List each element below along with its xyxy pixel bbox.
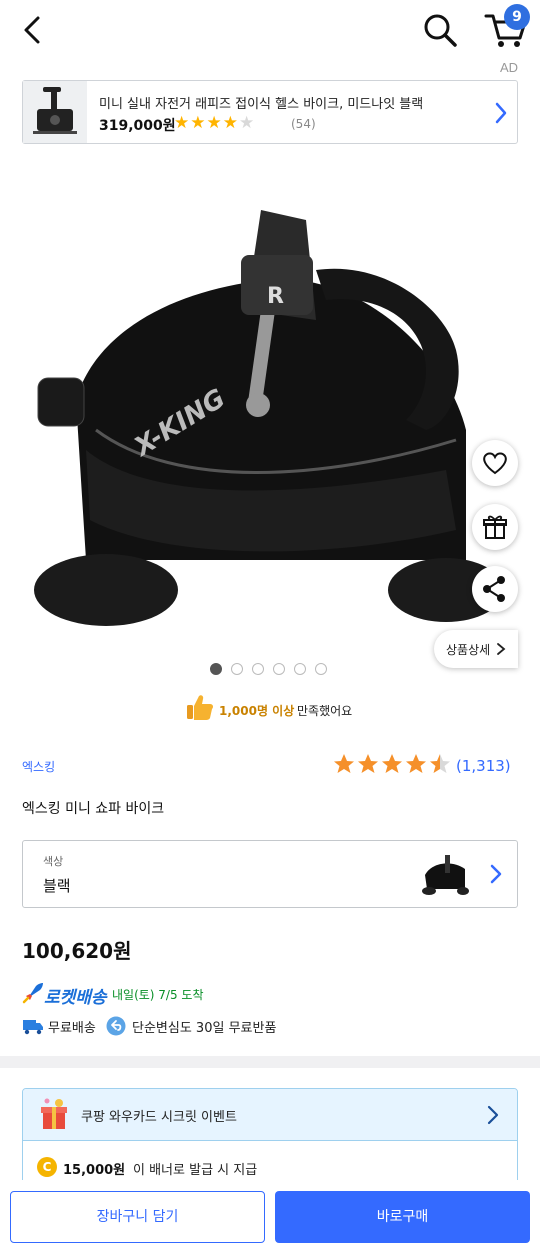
wishlist-button[interactable]	[472, 440, 518, 486]
pagination-dot[interactable]	[315, 663, 327, 675]
product-main-image[interactable]: R X-KING	[26, 200, 504, 630]
ad-label: AD	[500, 60, 519, 75]
chevron-right-icon	[495, 102, 507, 124]
share-button[interactable]	[472, 566, 518, 612]
gift-box-icon	[41, 1098, 67, 1129]
chevron-right-icon	[490, 864, 502, 884]
product-review-count[interactable]: (1,313)	[456, 757, 511, 775]
arrival-date: 내일(토) 7/5 도착	[112, 988, 204, 1002]
gift-button[interactable]	[472, 504, 518, 550]
coin-icon: C	[37, 1157, 57, 1177]
add-to-cart-button[interactable]: 장바구니 담기	[10, 1191, 265, 1243]
share-icon	[483, 576, 505, 602]
chevron-left-icon	[24, 16, 40, 44]
ad-rating-stars: ★★★★★	[174, 113, 256, 133]
sponsored-product-banner[interactable]: 미니 실내 자전거 래피즈 접이식 헬스 바이크, 미드나잇 블랙 319,00…	[22, 80, 518, 144]
pagination-dot[interactable]	[294, 663, 306, 675]
free-return-text: 단순변심도 30일 무료반품	[132, 1021, 277, 1036]
brand-link[interactable]: 엑스킹	[22, 758, 55, 775]
rocket-icon	[22, 983, 43, 1004]
satisfaction-count: 1,000명 이상	[219, 704, 295, 718]
option-label: 색상	[43, 855, 64, 868]
search-button[interactable]	[420, 10, 460, 50]
cart-count-badge: 9	[504, 4, 530, 30]
rocket-delivery-label: 로켓배송	[44, 988, 107, 1008]
product-title: 엑스킹 미니 쇼파 바이크	[22, 801, 165, 817]
section-divider	[0, 1056, 540, 1068]
event-title: 쿠팡 와우카드 시크릿 이벤트	[81, 1110, 237, 1125]
satisfaction-text: 만족했어요	[297, 704, 353, 718]
buy-now-button[interactable]: 바로구매	[275, 1191, 530, 1243]
pagination-dot[interactable]	[210, 663, 222, 675]
heart-icon	[483, 452, 507, 475]
free-shipping-text: 무료배송	[48, 1021, 96, 1036]
color-option-selector[interactable]: 색상 블랙	[22, 840, 518, 908]
chevron-right-icon	[497, 643, 506, 655]
option-thumbnail	[422, 855, 469, 895]
svg-text:R: R	[267, 284, 284, 309]
ad-product-title: 미니 실내 자전거 래피즈 접이식 헬스 바이크, 미드나잇 블랙	[99, 97, 424, 112]
ad-product-price: 319,000원	[99, 118, 176, 134]
event-header[interactable]: 쿠팡 와우카드 시크릿 이벤트	[23, 1089, 517, 1141]
ad-product-thumbnail	[23, 81, 87, 143]
ad-review-count: (54)	[291, 117, 316, 131]
pagination-dot[interactable]	[273, 663, 285, 675]
top-bar: 9	[0, 0, 540, 60]
truck-icon	[23, 1020, 43, 1035]
back-button[interactable]	[18, 12, 50, 48]
thumbs-up-icon	[187, 695, 214, 720]
bottom-action-bar: 장바구니 담기 바로구매	[0, 1180, 540, 1254]
event-reward-note: 이 배너로 발급 시 지급	[133, 1163, 258, 1178]
option-value: 블랙	[43, 877, 71, 895]
event-reward-amount: 15,000원	[63, 1163, 126, 1178]
product-rating-stars[interactable]	[332, 752, 452, 783]
product-detail-label: 상품상세	[446, 643, 491, 657]
search-icon	[424, 14, 457, 47]
chevron-right-icon	[487, 1105, 499, 1125]
gift-icon	[483, 515, 507, 539]
pagination-dot[interactable]	[231, 663, 243, 675]
product-price: 100,620원	[22, 939, 132, 963]
return-icon	[106, 1016, 126, 1036]
pagination-dot[interactable]	[252, 663, 264, 675]
product-detail-button[interactable]: 상품상세	[434, 630, 518, 668]
